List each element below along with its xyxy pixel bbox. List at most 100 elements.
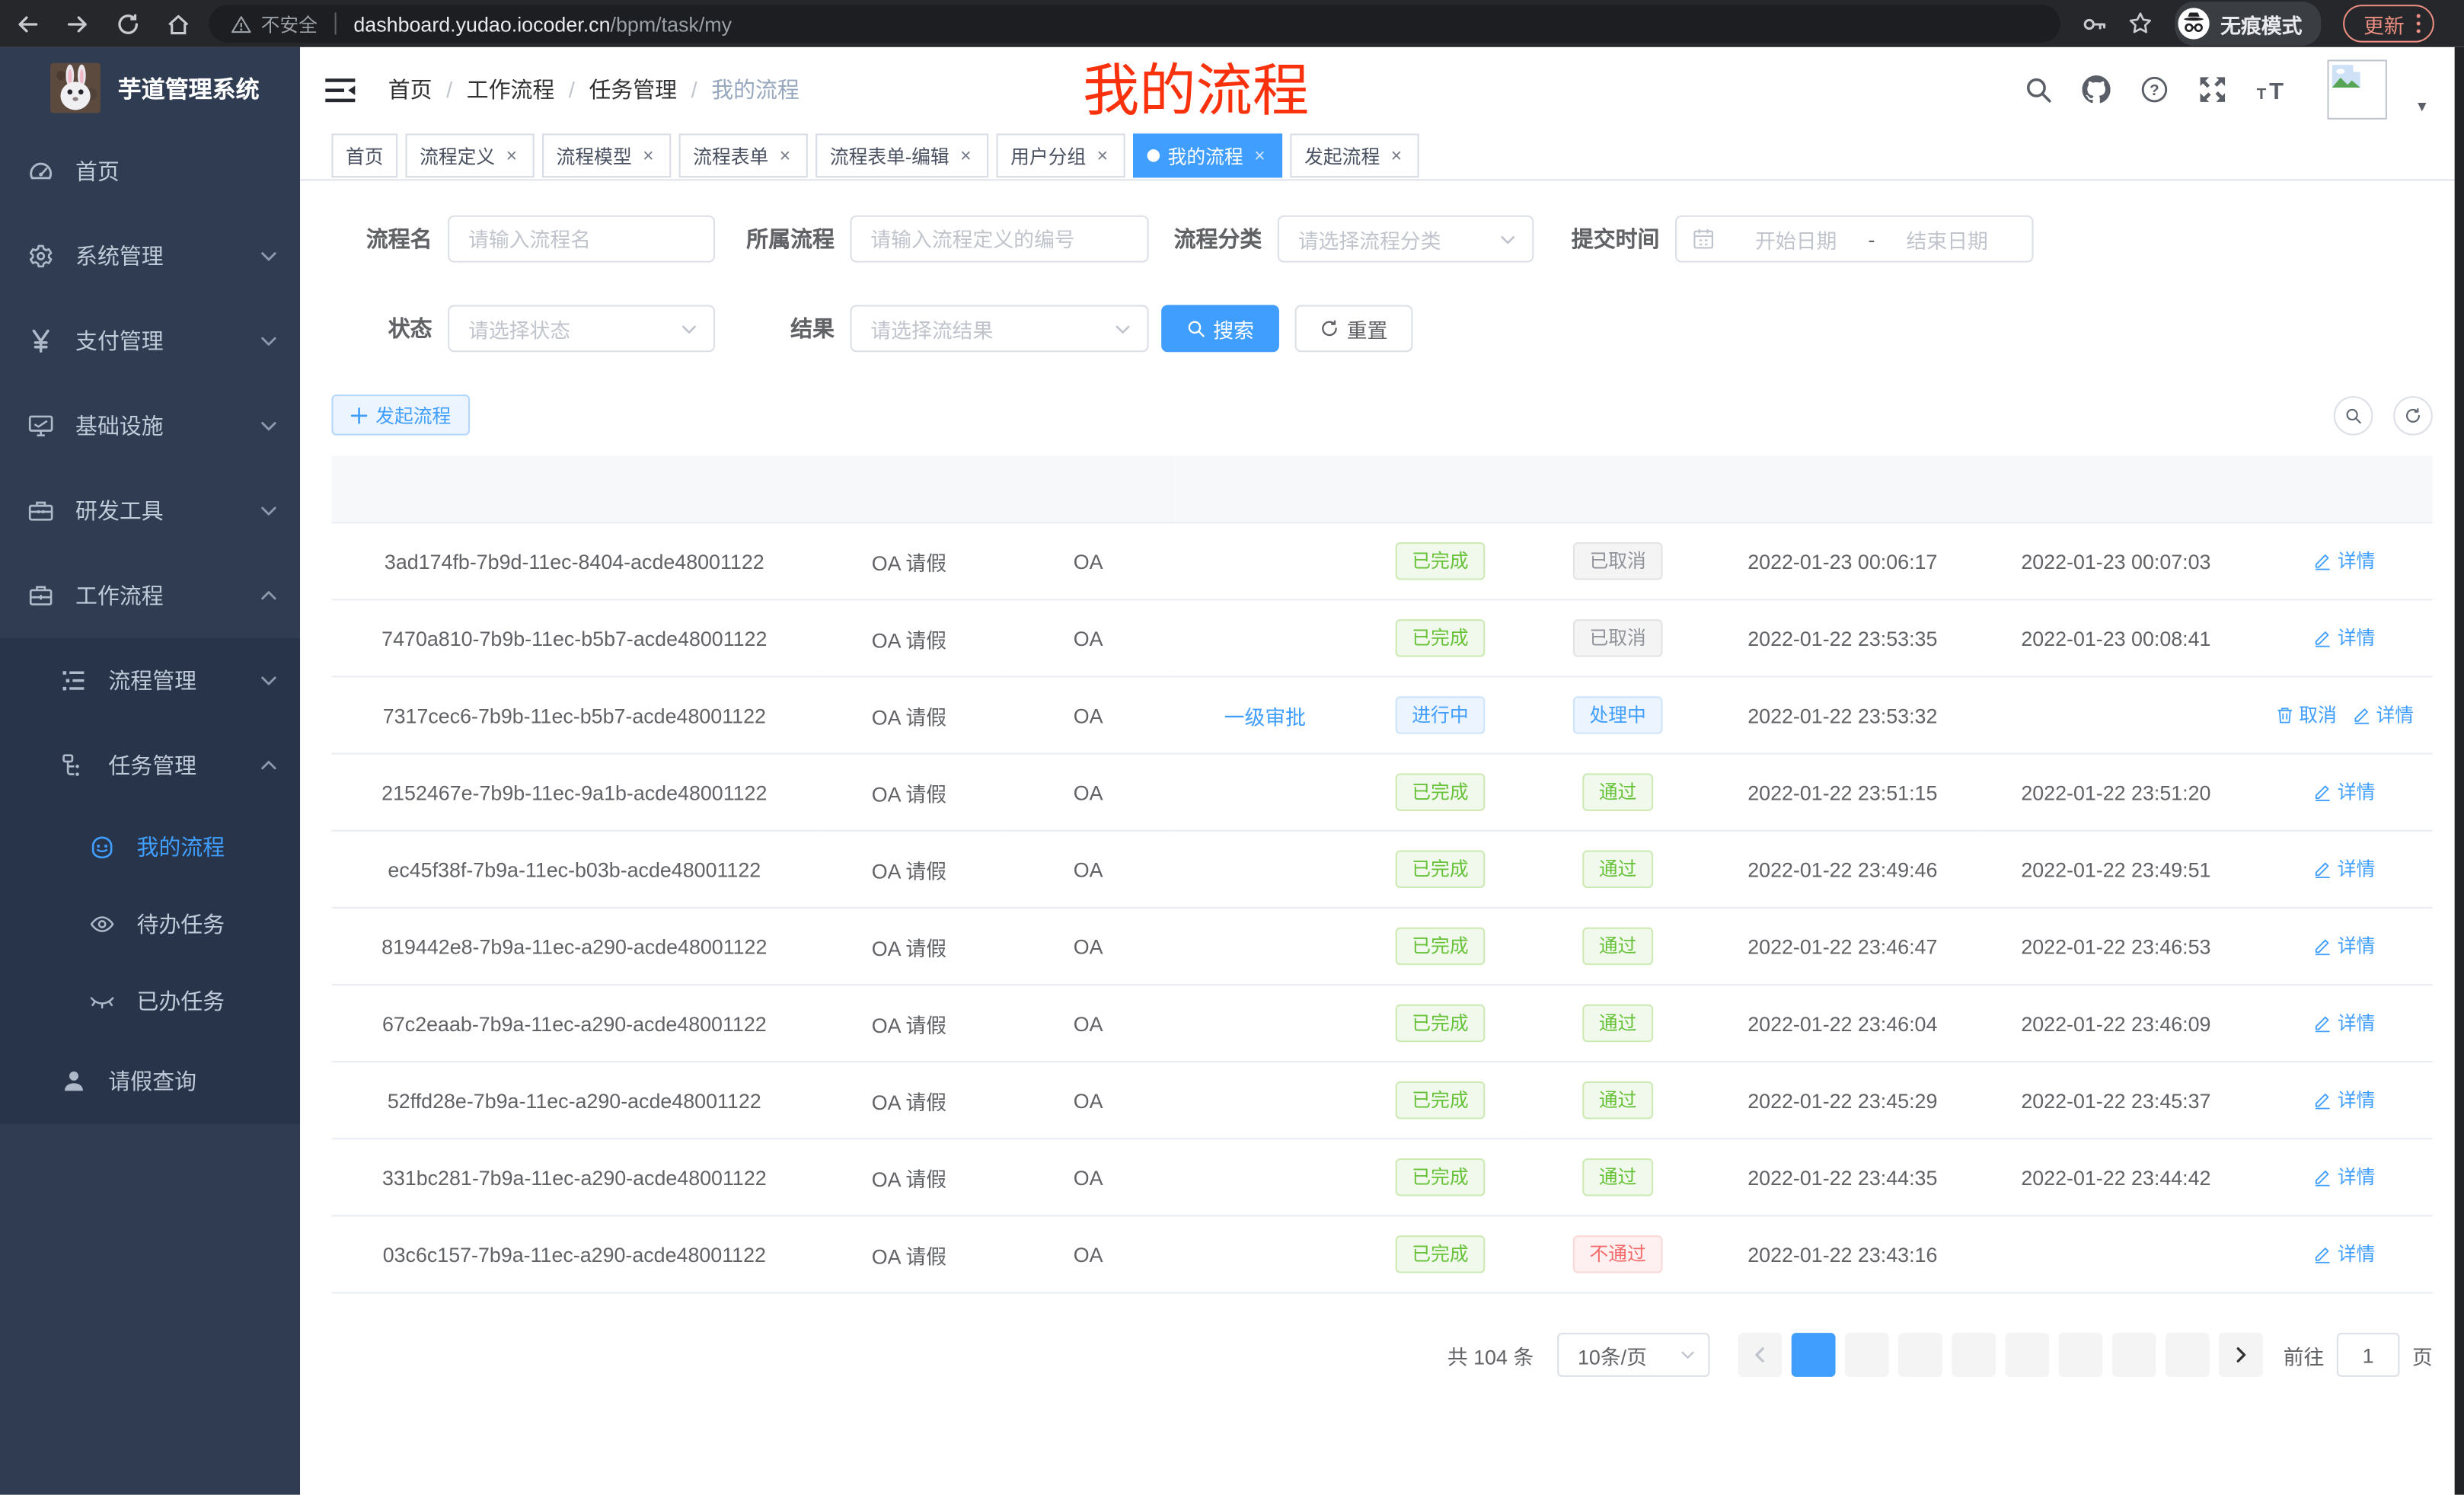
result-select[interactable]: 请选择流结果 [851,305,1149,352]
column-header[interactable] [1355,456,1526,523]
sidebar-item[interactable]: 任务管理 [0,723,300,807]
caret-down-icon[interactable]: ▾ [2418,98,2426,116]
column-header[interactable] [1975,456,2256,523]
page-button[interactable] [1952,1333,1996,1377]
tab[interactable]: 流程表单-编辑 × [815,133,988,177]
action-link[interactable]: 详情 [2314,778,2376,805]
sidebar-item[interactable]: 支付管理 [0,299,300,383]
action-link[interactable]: 详情 [2353,701,2415,728]
page-button[interactable] [2112,1333,2156,1377]
sidebar-item[interactable]: 流程管理 [0,638,300,723]
close-icon[interactable]: × [640,147,657,165]
page-size-select[interactable]: 10条/页 [1557,1333,1709,1377]
tab[interactable]: 首页 [331,133,397,177]
action-link[interactable]: 详情 [2314,1009,2376,1036]
breadcrumb-item[interactable]: / 任务管理 [569,74,677,105]
close-icon[interactable]: × [1094,147,1112,165]
prev-page-button[interactable] [1738,1333,1782,1377]
column-header[interactable] [817,456,1001,523]
table-row[interactable]: 7470a810-7b9b-11ec-b5b7-acde48001122 OA … [331,599,2432,676]
breadcrumb-label[interactable]: 工作流程 [467,74,555,105]
table-row[interactable]: ec45f38f-7b9a-11ec-b03b-acde48001122 OA … [331,831,2432,908]
task-link[interactable]: 一级审批 [1224,705,1306,729]
sidebar-item[interactable]: 系统管理 [0,214,300,299]
column-header[interactable] [1001,456,1176,523]
back-icon[interactable] [16,11,40,35]
page-button[interactable] [2005,1333,2049,1377]
column-header[interactable] [1526,456,1709,523]
breadcrumb-item[interactable]: 首页 [388,74,432,105]
search-button[interactable]: 搜索 [1161,305,1279,352]
address-bar[interactable]: 不安全 dashboard.yudao.iocoder.cn /bpm/task… [209,5,2060,43]
action-link[interactable]: 详情 [2314,1164,2376,1190]
column-header[interactable] [331,456,817,523]
kebab-menu-icon[interactable] [2415,13,2421,35]
tab[interactable]: 我的流程 × [1133,133,1282,177]
help-icon[interactable]: ? [2141,75,2169,104]
reset-button[interactable]: 重置 [1295,305,1413,352]
security-label[interactable]: 不安全 [261,10,318,37]
column-header[interactable] [1709,456,1975,523]
table-row[interactable]: 3ad174fb-7b9d-11ec-8404-acde48001122 OA … [331,522,2432,599]
action-link[interactable]: 详情 [2314,1087,2376,1113]
table-row[interactable]: 2152467e-7b9b-11ec-9a1b-acde48001122 OA … [331,754,2432,831]
table-row[interactable]: 819442e8-7b9a-11ec-a290-acde48001122 OA … [331,908,2432,985]
warning-icon[interactable] [231,14,251,34]
column-header[interactable] [2257,456,2433,523]
page-button[interactable] [2166,1333,2210,1377]
avatar[interactable] [2328,59,2387,119]
breadcrumb-item[interactable]: / 工作流程 [446,74,554,105]
close-icon[interactable]: × [1388,147,1406,165]
status-select[interactable]: 请选择状态 [448,305,715,352]
star-icon[interactable] [2127,11,2153,36]
breadcrumb-label[interactable]: 我的流程 [711,74,800,105]
fullscreen-icon[interactable] [2199,75,2227,104]
github-icon[interactable] [2083,75,2111,104]
refresh-table-button[interactable] [2393,395,2433,435]
sidebar-item[interactable]: 请假查询 [0,1039,300,1123]
sidebar-item[interactable]: 待办任务 [0,885,300,962]
start-process-button[interactable]: 发起流程 [331,395,470,436]
table-row[interactable]: 331bc281-7b9a-11ec-a290-acde48001122 OA … [331,1139,2432,1215]
action-link[interactable]: 详情 [2314,932,2376,959]
table-row[interactable]: 67c2eaab-7b9a-11ec-a290-acde48001122 OA … [331,985,2432,1062]
tab[interactable]: 流程定义 × [405,133,534,177]
logo-row[interactable]: 芋道管理系统 [0,47,300,129]
category-select[interactable]: 请选择流程分类 [1278,216,1534,263]
action-link[interactable]: 详情 [2314,625,2376,651]
home-icon[interactable] [167,11,190,35]
key-icon[interactable] [2083,11,2106,35]
jump-page-input[interactable] [2337,1333,2400,1377]
close-icon[interactable]: × [957,147,975,165]
tab[interactable]: 发起流程 × [1291,133,1419,177]
table-row[interactable]: 03c6c157-7b9a-11ec-a290-acde48001122 OA … [331,1215,2432,1292]
start-date-placeholder[interactable]: 开始日期 [1733,224,1859,254]
sidebar-item[interactable]: 工作流程 [0,553,300,637]
action-link[interactable]: 详情 [2314,855,2376,882]
breadcrumb-label[interactable]: 任务管理 [589,74,677,105]
sidebar-item[interactable]: 我的流程 [0,808,300,885]
page-button[interactable] [2059,1333,2103,1377]
column-header[interactable] [1176,456,1355,523]
update-button[interactable]: 更新 [2343,5,2434,43]
search-icon[interactable] [2025,75,2053,104]
sidebar-item[interactable]: 已办任务 [0,962,300,1039]
action-link[interactable]: 取消 [2275,701,2337,728]
tab[interactable]: 流程表单 × [679,133,808,177]
action-link[interactable]: 详情 [2314,1241,2376,1267]
close-icon[interactable]: × [1251,147,1269,165]
hamburger-icon[interactable] [325,76,355,103]
tab[interactable]: 用户分组 × [997,133,1125,177]
sidebar-item[interactable]: 首页 [0,129,300,213]
table-row[interactable]: 52ffd28e-7b9a-11ec-a290-acde48001122 OA … [331,1062,2432,1139]
forward-icon[interactable] [66,11,90,35]
end-date-placeholder[interactable]: 结束日期 [1885,224,2010,254]
date-range-picker[interactable]: 开始日期 - 结束日期 [1675,216,2034,263]
action-link[interactable]: 详情 [2314,548,2376,574]
page-button[interactable] [1898,1333,1942,1377]
breadcrumb-item[interactable]: / 我的流程 [691,74,800,105]
page-button[interactable] [1792,1333,1836,1377]
close-icon[interactable]: × [777,147,794,165]
process-name-input[interactable] [448,216,715,263]
close-icon[interactable]: × [503,147,520,165]
